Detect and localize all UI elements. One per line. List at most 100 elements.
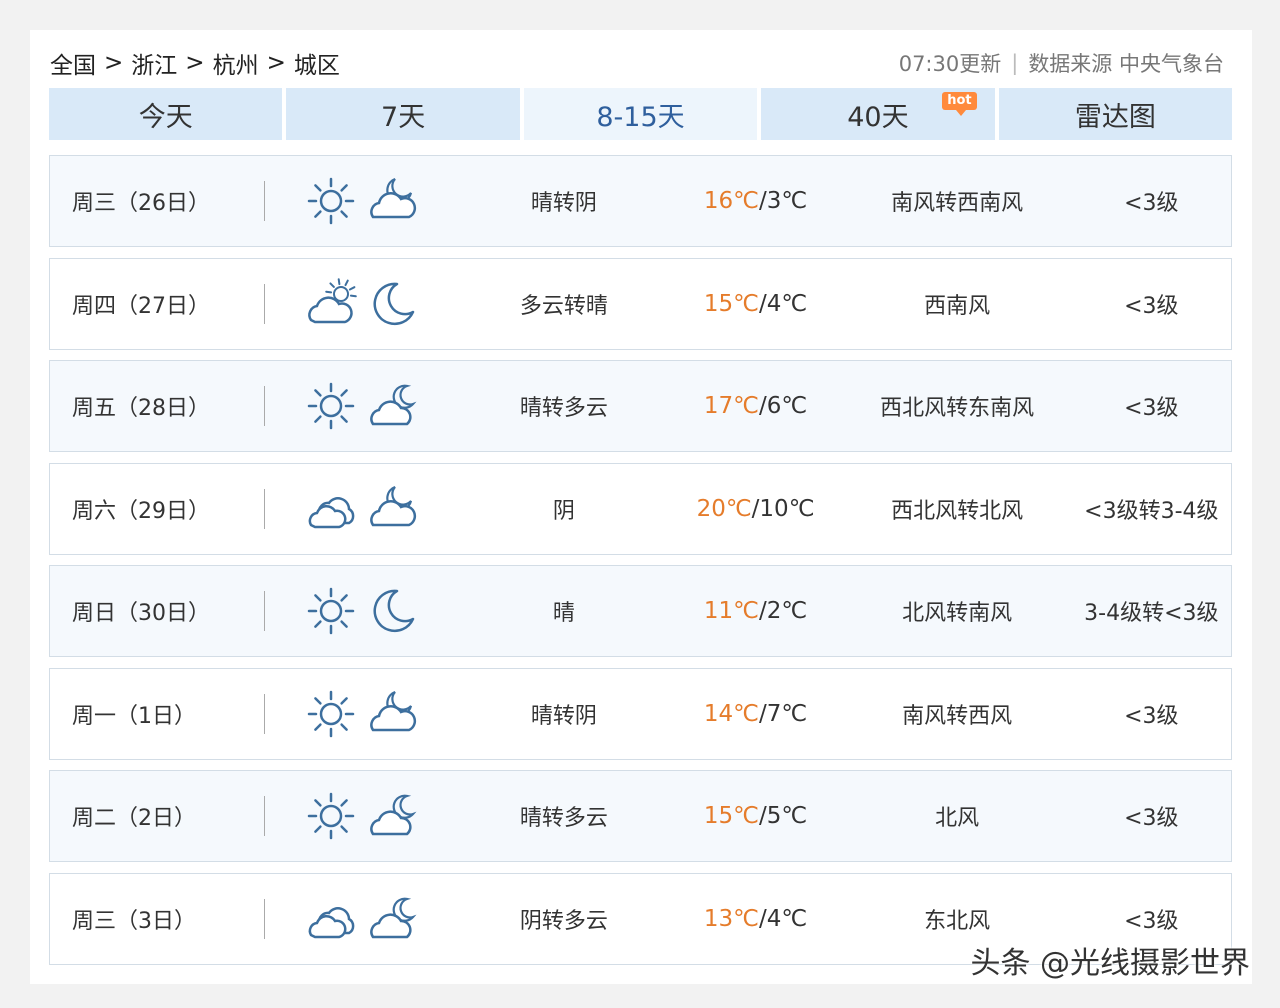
forecast-row: 周六（29日） 阴 20℃/10℃ 西北风转北风 <3级转3-4级	[49, 462, 1232, 555]
weather-icons	[265, 790, 459, 842]
temperature: 20℃/10℃	[668, 496, 842, 522]
tab-label: 8-15天	[596, 101, 685, 133]
forecast-row: 周一（1日） 晴转阴 14℃/7℃ 南风转西风 <3级	[49, 667, 1232, 760]
tab-8-15-days[interactable]: 8-15天	[523, 88, 758, 140]
forecast-row: 周日（30日） 晴 11℃/2℃ 北风转南风 3-4级转<3级	[49, 565, 1232, 657]
partly-cloudy-icon	[305, 277, 358, 330]
breadcrumb-separator: >	[104, 50, 124, 76]
wind-level: <3级	[1124, 908, 1179, 934]
wind-level: <3级	[1124, 191, 1179, 216]
cloudy-night-icon	[367, 175, 419, 227]
wind-direction: 西北风转北风	[891, 498, 1024, 524]
wind-direction: 北风	[935, 806, 980, 831]
high-temp: 13℃	[703, 905, 759, 932]
tab-label: 40天	[847, 101, 909, 133]
hot-badge: hot	[942, 92, 977, 116]
sunny-icon	[305, 790, 357, 842]
tab-radar[interactable]: 雷达图	[998, 88, 1233, 140]
breadcrumb-district: 城区	[293, 53, 340, 79]
cloudy-moon-icon	[367, 380, 419, 432]
forecast-date: 周三（3日）	[72, 908, 196, 934]
tab-40-days[interactable]: 40天 hot	[761, 88, 995, 140]
forecast-row: 周四（27日） 多云转晴 15℃/4℃ 西南风 <3级	[49, 257, 1232, 350]
wind-level: <3级	[1124, 396, 1179, 421]
wind-level: <3级转3-4级	[1084, 498, 1219, 524]
temperature: 15℃/5℃	[668, 803, 842, 829]
forecast-date: 周四（27日）	[72, 293, 210, 319]
wind-level: <3级	[1124, 293, 1179, 319]
forecast-row: 周二（2日） 晴转多云 15℃/5℃ 北风 <3级	[49, 770, 1232, 862]
temperature: 13℃/4℃	[668, 906, 842, 932]
low-temp: /5℃	[758, 803, 808, 829]
cloudy-night-icon	[367, 688, 419, 740]
forecast-list: 周三（26日） 晴转阴 16℃/3℃ 南风转西南风 <3级 周四（27日） 多云…	[49, 155, 1232, 975]
temperature: 11℃/2℃	[668, 598, 842, 624]
breadcrumb-separator: >	[266, 50, 286, 76]
weather-card: 全国 > 浙江 > 杭州 > 城区 07:30更新 | 数据来源 中央气象台 今…	[30, 30, 1252, 984]
breadcrumb-province[interactable]: 浙江	[131, 46, 177, 80]
breadcrumb: 全国 > 浙江 > 杭州 > 城区	[50, 46, 340, 80]
weather-description: 晴转多云	[519, 396, 608, 421]
wind-direction: 南风转西风	[902, 703, 1013, 729]
weather-icons	[265, 893, 459, 945]
forecast-date: 周一（1日）	[72, 703, 196, 729]
high-temp: 16℃	[703, 188, 759, 214]
sunny-icon	[305, 380, 357, 432]
breadcrumb-separator: >	[185, 50, 205, 76]
breadcrumb-country[interactable]: 全国	[50, 46, 96, 80]
wind-level: 3-4级转<3级	[1084, 601, 1219, 626]
weather-description: 晴转阴	[530, 191, 597, 216]
high-temp: 20℃	[696, 495, 752, 522]
temperature: 17℃/6℃	[668, 393, 842, 419]
weather-description: 晴	[552, 601, 575, 626]
wind-direction: 东北风	[924, 908, 991, 934]
forecast-date: 周六（29日）	[72, 498, 210, 524]
weather-icons	[265, 688, 459, 740]
low-temp: /3℃	[758, 188, 808, 214]
weather-description: 晴转阴	[530, 703, 597, 729]
weather-icons	[265, 380, 459, 432]
tab-7-days[interactable]: 7天	[286, 88, 520, 140]
weather-icons	[265, 175, 459, 227]
low-temp: /4℃	[758, 290, 808, 317]
forecast-date: 周日（30日）	[72, 601, 210, 626]
wind-direction: 北风转南风	[902, 601, 1013, 626]
high-temp: 15℃	[703, 803, 759, 829]
overcast-icon	[305, 893, 357, 945]
low-temp: /10℃	[751, 495, 815, 522]
wind-direction: 南风转西南风	[891, 191, 1024, 216]
data-source: 数据来源 中央气象台	[1028, 52, 1224, 76]
tab-label: 今天	[138, 101, 193, 133]
tab-label: 雷达图	[1074, 101, 1156, 133]
tab-today[interactable]: 今天	[49, 88, 283, 140]
temperature: 15℃/4℃	[668, 291, 842, 317]
low-temp: /7℃	[758, 700, 808, 727]
sunny-icon	[305, 688, 357, 740]
wind-level: <3级	[1124, 703, 1179, 729]
meta-info: 07:30更新 | 数据来源 中央气象台	[899, 48, 1224, 78]
temperature: 16℃/3℃	[668, 188, 842, 214]
forecast-date: 周五（28日）	[72, 396, 210, 421]
forecast-date: 周二（2日）	[72, 806, 196, 831]
temperature: 14℃/7℃	[668, 701, 842, 727]
breadcrumb-city[interactable]: 杭州	[213, 46, 259, 80]
high-temp: 17℃	[703, 393, 759, 419]
wind-level: <3级	[1124, 806, 1179, 831]
cloudy-moon-icon	[367, 790, 419, 842]
wind-direction: 西北风转东南风	[880, 396, 1035, 421]
low-temp: /6℃	[758, 393, 808, 419]
sunny-icon	[305, 175, 357, 227]
forecast-row: 周五（28日） 晴转多云 17℃/6℃ 西北风转东南风 <3级	[49, 360, 1232, 452]
low-temp: /4℃	[758, 905, 808, 932]
top-bar: 全国 > 浙江 > 杭州 > 城区 07:30更新 | 数据来源 中央气象台	[50, 46, 1224, 80]
forecast-tabs: 今天 7天 8-15天 40天 hot 雷达图	[49, 88, 1233, 140]
weather-icons	[265, 585, 459, 637]
cloudy-night-icon	[367, 483, 419, 535]
cloudy-moon-icon	[367, 893, 419, 945]
moon-icon	[367, 278, 419, 330]
high-temp: 14℃	[703, 700, 759, 727]
weather-description: 多云转晴	[519, 293, 608, 319]
tab-label: 7天	[381, 101, 426, 133]
weather-icons	[265, 277, 459, 330]
low-temp: /2℃	[758, 598, 808, 624]
